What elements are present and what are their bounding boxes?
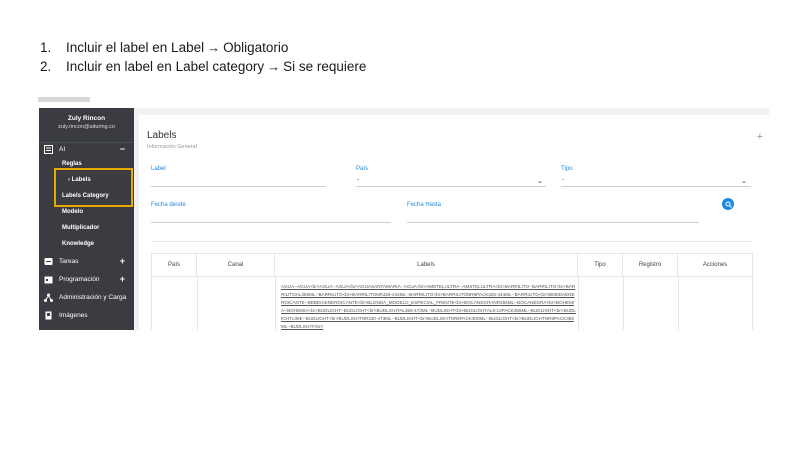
instruction-text: Incluir en label en Label category — [66, 59, 265, 74]
sidebar-item-label: Tareas — [59, 257, 79, 265]
collapse-icon[interactable]: − — [120, 144, 125, 154]
app-screenshot: Zuly Rincon zuly.rincon@aituring.co AI −… — [39, 108, 769, 330]
folder-icon — [44, 328, 53, 330]
search-button[interactable] — [722, 198, 734, 210]
page-title: Labels — [147, 130, 177, 141]
tipo-filter-value: - — [562, 177, 564, 183]
instruction-item: 1. Incluir el label en Label → Obligatorio — [40, 38, 366, 57]
chevron-down-icon[interactable]: ⌄ — [537, 177, 543, 185]
calendar-icon — [44, 275, 53, 284]
arrow-right-icon: → — [267, 59, 281, 74]
sidebar-item-label: Administración y Carga — [59, 293, 127, 301]
column-header[interactable]: País — [152, 254, 197, 276]
sidebar-item-programacion[interactable]: Programación + — [39, 271, 134, 287]
main-panel: Labels Información General + Label País … — [139, 115, 769, 330]
instruction-number: 1. — [40, 40, 52, 55]
label-filter-label: Label — [151, 166, 166, 172]
sidebar-item-label: AI — [59, 145, 66, 153]
fecha-desde-label: Fecha desde — [151, 202, 186, 208]
column-header[interactable]: Registro — [623, 254, 678, 276]
column-divider — [197, 276, 198, 330]
expand-icon[interactable]: + — [120, 256, 125, 266]
label-filter-input[interactable] — [151, 186, 326, 187]
labels-table: País Canal Labels Tipo Registro Acciones… — [151, 253, 753, 330]
instruction-text: Incluir el label en Label — [66, 40, 205, 55]
user-profile[interactable]: Zuly Rincon zuly.rincon@aituring.co — [39, 108, 134, 143]
sidebar-item-label: Imágenes — [59, 311, 88, 319]
sidebar-subitem-modelo[interactable]: Modelo — [62, 209, 83, 215]
column-divider — [578, 276, 579, 330]
sidebar: Zuly Rincon zuly.rincon@aituring.co AI −… — [39, 108, 134, 330]
sidebar-item-tareas[interactable]: Tareas + — [39, 253, 134, 269]
header-divider — [152, 276, 752, 277]
labels-cell-link[interactable]: AGUA--AGUA<br>AGUA--AGUA<br>AGUASANTAMAR… — [281, 283, 576, 330]
pais-filter-value: - — [357, 177, 359, 183]
page-subtitle: Información General — [147, 144, 197, 150]
sidebar-item-partial[interactable] — [39, 324, 134, 330]
column-divider — [623, 276, 624, 330]
fecha-hasta-input[interactable] — [407, 222, 699, 223]
pais-filter-select[interactable] — [356, 186, 546, 187]
sidebar-subitem-multiplicador[interactable]: Multiplicador — [62, 225, 99, 231]
tipo-filter-label: Tipo — [561, 166, 573, 172]
instruction-number: 2. — [40, 59, 52, 74]
hierarchy-icon — [44, 293, 53, 302]
search-icon — [725, 201, 732, 208]
column-divider — [275, 276, 276, 330]
tasks-icon — [44, 257, 53, 266]
chevron-down-icon[interactable]: ⌄ — [741, 177, 747, 185]
add-icon[interactable]: + — [757, 131, 763, 143]
sidebar-item-label: Programación — [59, 275, 100, 283]
image-icon — [44, 311, 53, 320]
instruction-result: Obligatorio — [223, 40, 289, 55]
cropped-text-fragment — [38, 97, 90, 102]
fecha-hasta-label: Fecha Hasta — [407, 202, 442, 208]
pais-filter-label: País — [356, 166, 369, 172]
column-divider — [678, 276, 679, 330]
sidebar-subitem-reglas[interactable]: Reglas — [62, 161, 82, 167]
instruction-result: Si se requiere — [283, 59, 367, 74]
column-header[interactable]: Acciones — [678, 254, 752, 276]
divider — [151, 241, 751, 242]
tipo-filter-select[interactable] — [561, 186, 751, 187]
expand-icon[interactable]: + — [120, 274, 125, 284]
user-email: zuly.rincon@aituring.co — [58, 124, 115, 130]
sidebar-item-administracion[interactable]: Administración y Carga — [39, 289, 134, 305]
sidebar-item-imagenes[interactable]: Imágenes — [39, 307, 134, 323]
column-header[interactable]: Canal — [197, 254, 275, 276]
instruction-item: 2. Incluir en label en Label category → Si … — [40, 57, 366, 76]
arrow-right-icon: → — [207, 40, 221, 55]
highlight-box — [54, 168, 133, 207]
sidebar-item-ai[interactable]: AI − — [39, 141, 134, 157]
column-header[interactable]: Labels — [275, 254, 578, 276]
ai-icon — [44, 144, 53, 154]
user-name: Zuly Rincon — [67, 115, 106, 122]
fecha-desde-input[interactable] — [151, 222, 391, 223]
instruction-list: 1. Incluir el label en Label → Obligatorio … — [40, 38, 366, 76]
sidebar-subitem-knowledge[interactable]: Knowledge — [62, 241, 94, 247]
column-header[interactable]: Tipo — [578, 254, 623, 276]
